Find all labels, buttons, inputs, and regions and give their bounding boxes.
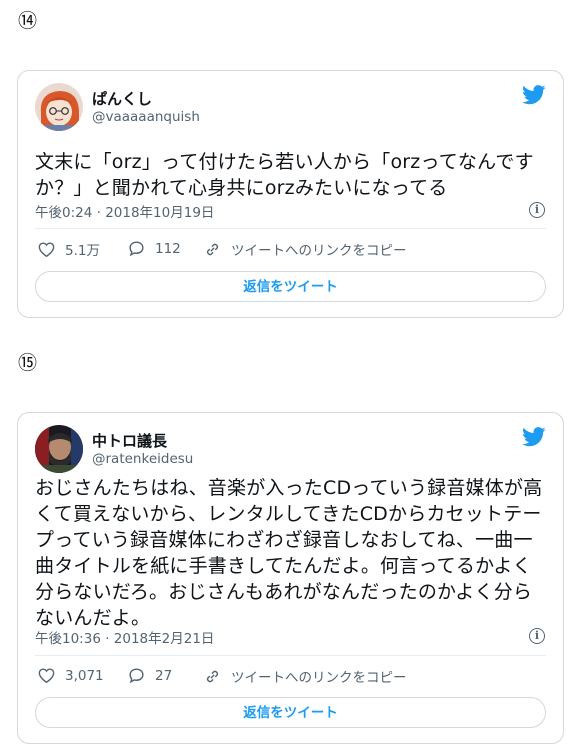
link-icon <box>206 670 219 682</box>
like-button[interactable]: 3,071 <box>37 666 104 685</box>
copy-link-button[interactable]: ツイートへのリンクをコピー <box>203 666 407 686</box>
copy-link-button[interactable]: ツイートへのリンクをコピー <box>203 239 407 259</box>
display-name[interactable]: 中トロ議長 <box>92 430 167 451</box>
action-bar: 3,071 27 ツイートへのリンクをコピー <box>35 666 546 688</box>
reply-count-button[interactable]: 27 <box>127 666 172 685</box>
display-name[interactable]: ぱんくし <box>92 88 152 109</box>
reply-tweet-button[interactable]: 返信をツイート <box>35 697 546 728</box>
tweet-number: ⑮ <box>18 352 38 374</box>
heart-icon <box>38 668 55 684</box>
copy-link-label: ツイートへのリンクをコピー <box>231 243 407 259</box>
reply-bubble-icon <box>129 668 144 684</box>
info-icon[interactable]: i <box>529 202 545 218</box>
like-count: 5.1万 <box>65 243 100 259</box>
copy-link-label: ツイートへのリンクをコピー <box>231 670 407 686</box>
like-count: 3,071 <box>65 667 104 684</box>
tweet-number: ⑭ <box>18 10 38 32</box>
timestamp[interactable]: 午後0:24 · 2018年10月19日 <box>35 201 214 221</box>
link-icon <box>206 243 219 255</box>
heart-icon <box>38 241 55 257</box>
tweet-text: おじさんたちはね、音楽が入ったCDっていう録音媒体が高くて買えないから、レンタル… <box>35 477 543 629</box>
avatar[interactable] <box>35 425 83 473</box>
divider <box>35 655 546 656</box>
reply-count-button[interactable]: 112 <box>127 239 181 258</box>
reply-count: 27 <box>155 667 173 684</box>
tweet-text: 文末に「orz」って付けたら若い人から「orzってなんですか？」と聞かれて心身共… <box>35 151 534 199</box>
twitter-bird-icon[interactable] <box>522 427 546 447</box>
divider <box>35 228 546 229</box>
reply-count: 112 <box>155 240 181 257</box>
like-button[interactable]: 5.1万 <box>37 239 100 259</box>
timestamp[interactable]: 午後10:36 · 2018年2月21日 <box>35 627 214 647</box>
action-bar: 5.1万 112 ツイートへのリンクをコピー <box>35 239 546 261</box>
reply-tweet-button[interactable]: 返信をツイート <box>35 271 546 302</box>
avatar[interactable] <box>35 83 83 131</box>
twitter-bird-icon[interactable] <box>522 85 546 105</box>
tweet-card: ぱんくし @vaaaaanquish 文末に「orz」って付けたら若い人から「o… <box>17 70 564 318</box>
user-handle[interactable]: @ratenkeidesu <box>92 451 193 467</box>
tweet-card: 中トロ議長 @ratenkeidesu おじさんたちはね、音楽が入ったCDってい… <box>17 412 564 744</box>
user-handle[interactable]: @vaaaaanquish <box>92 109 200 125</box>
info-icon[interactable]: i <box>529 628 545 644</box>
reply-bubble-icon <box>129 241 144 257</box>
